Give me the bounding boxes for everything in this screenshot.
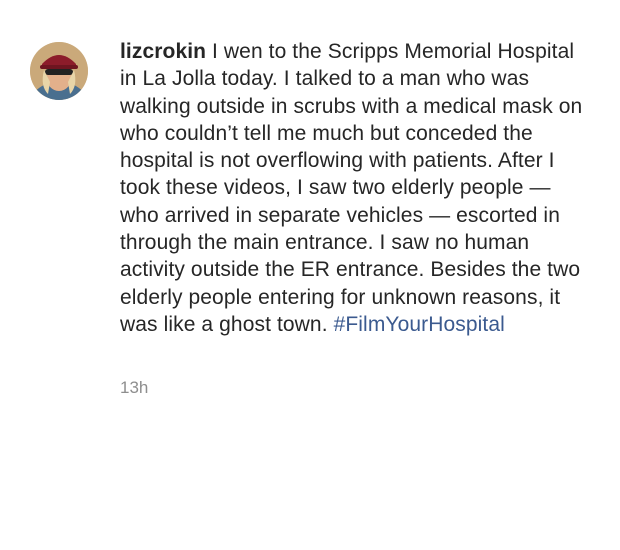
comment-meta: 13h (120, 378, 590, 398)
avatar[interactable] (30, 42, 88, 100)
comment-text: lizcrokin I wen to the Scripps Memorial … (120, 38, 590, 338)
comment: lizcrokin I wen to the Scripps Memorial … (30, 38, 600, 398)
comment-body: lizcrokin I wen to the Scripps Memorial … (120, 38, 590, 398)
comment-message: I wen to the Scripps Memorial Hospital i… (120, 40, 583, 336)
timestamp: 13h (120, 378, 149, 398)
avatar-image (30, 42, 88, 100)
hashtag-link[interactable]: #FilmYourHospital (334, 313, 505, 336)
username-link[interactable]: lizcrokin (120, 40, 206, 63)
